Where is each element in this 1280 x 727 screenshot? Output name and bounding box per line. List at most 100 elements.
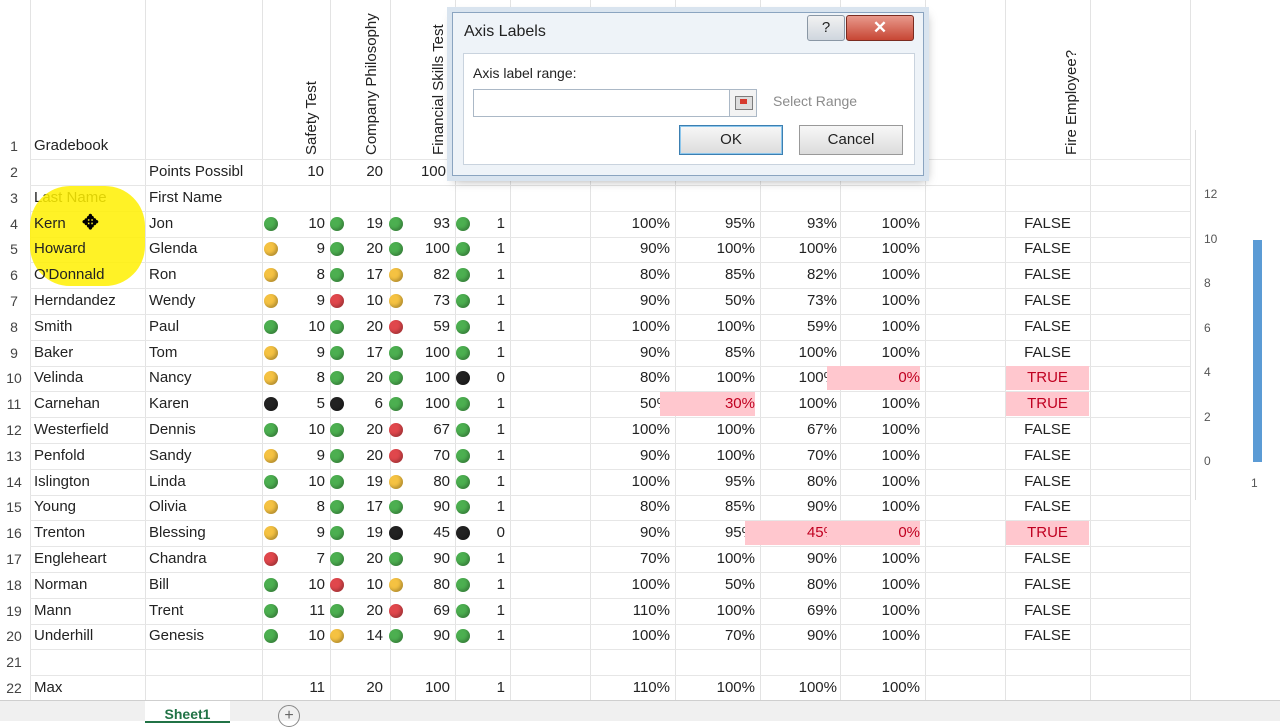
row-header[interactable]: 7 <box>0 288 28 314</box>
score-cell[interactable]: 8 <box>272 262 325 288</box>
score-cell[interactable]: 19 <box>340 211 383 237</box>
row-header[interactable]: 2 <box>0 159 28 185</box>
student-first-name[interactable]: Jon <box>149 211 173 237</box>
score-cell[interactable]: 9 <box>272 236 325 262</box>
score-cell[interactable]: 9 <box>272 288 325 314</box>
fire-employee-cell[interactable]: TRUE <box>1006 365 1089 391</box>
percent-cell[interactable]: 100% <box>842 623 920 649</box>
score-cell[interactable]: 6 <box>340 391 383 417</box>
collapse-dialog-icon[interactable] <box>729 89 757 117</box>
score-cell[interactable]: 19 <box>340 469 383 495</box>
percent-cell[interactable]: 90% <box>760 546 837 572</box>
student-last-name[interactable]: Baker <box>34 340 73 366</box>
help-icon[interactable]: ? <box>807 15 845 41</box>
percent-cell[interactable]: 100% <box>842 211 920 237</box>
row-header[interactable]: 1 <box>0 133 28 159</box>
percent-cell[interactable]: 100% <box>842 262 920 288</box>
student-first-name[interactable]: Bill <box>149 572 169 598</box>
score-cell[interactable]: 10 <box>272 469 325 495</box>
row-header[interactable]: 21 <box>0 649 28 675</box>
row-header[interactable]: 9 <box>0 340 28 366</box>
fire-employee-cell[interactable]: FALSE <box>1006 546 1089 572</box>
score-cell[interactable]: 10 <box>272 417 325 443</box>
percent-cell[interactable]: 100% <box>842 572 920 598</box>
percent-cell[interactable]: 59% <box>760 314 837 340</box>
student-last-name[interactable]: Smith <box>34 314 72 340</box>
percent-cell[interactable]: 90% <box>590 340 670 366</box>
score-cell[interactable]: 10 <box>340 288 383 314</box>
row-header[interactable]: 10 <box>0 365 28 391</box>
student-first-name[interactable]: Linda <box>149 469 186 495</box>
student-first-name[interactable]: Wendy <box>149 288 195 314</box>
percent-cell[interactable]: 95% <box>675 211 755 237</box>
student-first-name[interactable]: Ron <box>149 262 177 288</box>
score-cell[interactable]: 45 <box>400 520 450 546</box>
percent-cell[interactable]: 80% <box>760 469 837 495</box>
student-first-name[interactable]: Dennis <box>149 417 196 443</box>
row-header[interactable]: 14 <box>0 469 28 495</box>
percent-cell[interactable]: 100% <box>842 443 920 469</box>
score-cell[interactable]: 0 <box>470 365 505 391</box>
student-first-name[interactable]: Nancy <box>149 365 192 391</box>
score-cell[interactable]: 1 <box>470 443 505 469</box>
percent-cell[interactable]: 100% <box>842 546 920 572</box>
score-cell[interactable]: 100 <box>400 391 450 417</box>
percent-cell[interactable]: 100% <box>590 469 670 495</box>
percent-cell[interactable]: 100% <box>842 494 920 520</box>
percent-cell[interactable]: 100% <box>590 417 670 443</box>
percent-cell[interactable]: 30% <box>675 391 755 417</box>
fire-employee-cell[interactable]: FALSE <box>1006 340 1089 366</box>
row-header[interactable]: 18 <box>0 572 28 598</box>
percent-cell[interactable]: 100% <box>760 365 837 391</box>
score-cell[interactable]: 1 <box>470 236 505 262</box>
percent-cell[interactable]: 45% <box>760 520 837 546</box>
row-header[interactable]: 3 <box>0 185 28 211</box>
percent-cell[interactable]: 100% <box>842 288 920 314</box>
percent-cell[interactable]: 100% <box>590 572 670 598</box>
cancel-button[interactable]: Cancel <box>799 125 903 155</box>
score-cell[interactable]: 17 <box>340 262 383 288</box>
add-sheet-icon[interactable]: + <box>278 705 300 727</box>
row-header[interactable]: 19 <box>0 598 28 624</box>
percent-cell[interactable]: 100% <box>842 469 920 495</box>
axis-label-range-input[interactable] <box>473 89 731 117</box>
percent-cell[interactable]: 100% <box>760 391 837 417</box>
score-cell[interactable]: 10 <box>272 211 325 237</box>
score-cell[interactable]: 9 <box>272 340 325 366</box>
score-cell[interactable]: 82 <box>400 262 450 288</box>
score-cell[interactable]: 10 <box>272 623 325 649</box>
percent-cell[interactable]: 90% <box>590 443 670 469</box>
percent-cell[interactable]: 100% <box>590 211 670 237</box>
percent-cell[interactable]: 70% <box>675 623 755 649</box>
student-last-name[interactable]: Young <box>34 494 76 520</box>
percent-cell[interactable]: 50% <box>675 288 755 314</box>
percent-cell[interactable]: 110% <box>590 598 670 624</box>
score-cell[interactable]: 80 <box>400 469 450 495</box>
row-header[interactable]: 8 <box>0 314 28 340</box>
percent-cell[interactable]: 70% <box>590 546 670 572</box>
student-last-name[interactable]: Underhill <box>34 623 93 649</box>
percent-cell[interactable]: 100% <box>675 314 755 340</box>
score-cell[interactable]: 17 <box>340 494 383 520</box>
percent-cell[interactable]: 100% <box>675 546 755 572</box>
student-first-name[interactable]: Sandy <box>149 443 192 469</box>
fire-employee-cell[interactable]: FALSE <box>1006 572 1089 598</box>
chart-fragment[interactable]: 12 10 8 6 4 2 0 1 <box>1195 130 1280 500</box>
student-last-name[interactable]: Engleheart <box>34 546 107 572</box>
row-header[interactable]: 13 <box>0 443 28 469</box>
score-cell[interactable]: 69 <box>400 598 450 624</box>
percent-cell[interactable]: 100% <box>675 443 755 469</box>
student-first-name[interactable]: Blessing <box>149 520 206 546</box>
fire-employee-cell[interactable]: FALSE <box>1006 623 1089 649</box>
score-cell[interactable]: 8 <box>272 365 325 391</box>
percent-cell[interactable]: 85% <box>675 494 755 520</box>
percent-cell[interactable]: 100% <box>590 314 670 340</box>
score-cell[interactable]: 1 <box>470 494 505 520</box>
student-last-name[interactable]: O'Donnald <box>34 262 104 288</box>
score-cell[interactable]: 59 <box>400 314 450 340</box>
score-cell[interactable]: 0 <box>470 520 505 546</box>
score-cell[interactable]: 20 <box>340 236 383 262</box>
row-header[interactable]: 6 <box>0 262 28 288</box>
score-cell[interactable]: 67 <box>400 417 450 443</box>
score-cell[interactable]: 20 <box>340 443 383 469</box>
